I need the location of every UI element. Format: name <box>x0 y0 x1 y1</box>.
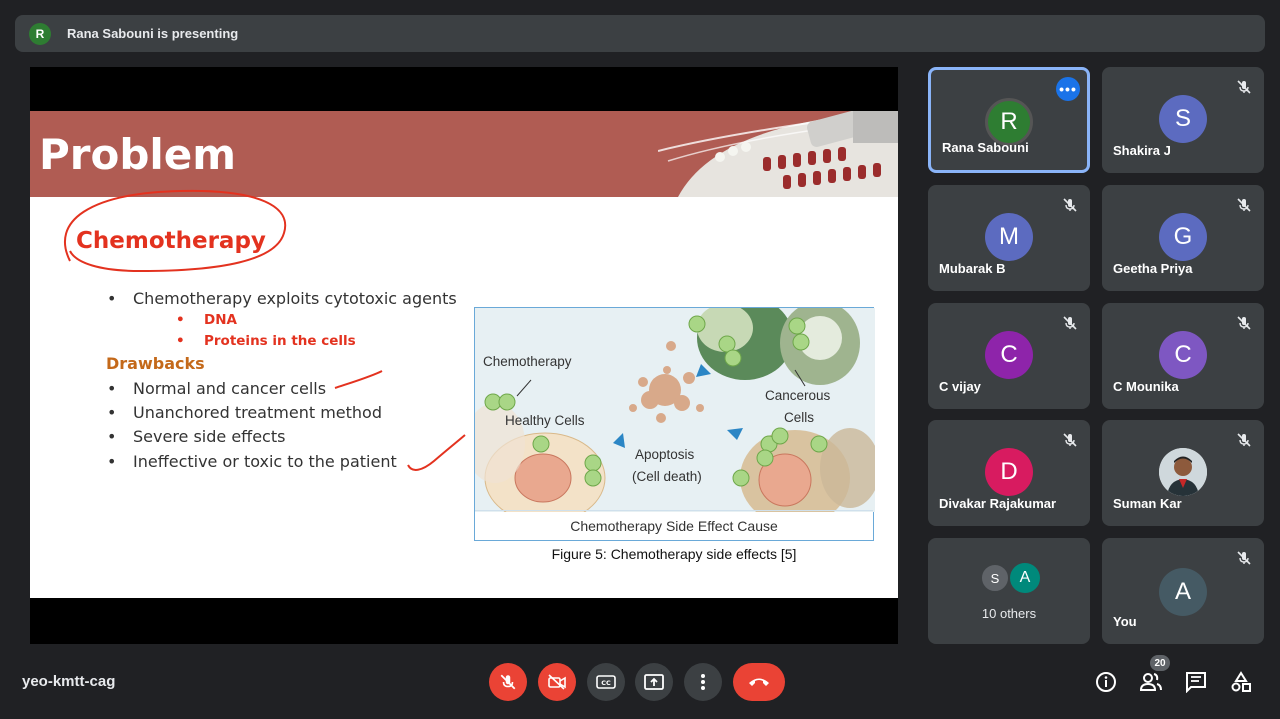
label-chemotherapy: Chemotherapy <box>483 354 572 369</box>
chemotherapy-figure: Chemotherapy Healthy Cells Apoptosis (Ce… <box>474 307 875 541</box>
participant-tile[interactable]: G Geetha Priya <box>1102 185 1264 291</box>
people-button[interactable] <box>1139 670 1163 694</box>
activities-button[interactable] <box>1229 670 1253 694</box>
avatar: G <box>1159 213 1207 261</box>
participant-tile[interactable]: D Divakar Rajakumar <box>928 420 1090 526</box>
others-tile[interactable]: S A 10 others <box>928 538 1090 644</box>
drawback-item: • Unanchored treatment method <box>107 403 382 422</box>
more-options-icon[interactable]: ••• <box>1056 77 1080 101</box>
meeting-code: yeo-kmtt-cag <box>22 673 116 690</box>
slide: Problem Chemotherapy • Chemotherapy expl… <box>30 111 898 598</box>
participant-tile-self[interactable]: A You <box>1102 538 1264 644</box>
participant-name: Divakar Rajakumar <box>939 496 1057 511</box>
participant-name: You <box>1113 614 1137 629</box>
mic-off-icon <box>1237 551 1251 565</box>
drawback-item: • Normal and cancer cells <box>107 379 327 398</box>
more-icon <box>701 674 705 690</box>
chat-icon <box>1186 672 1206 693</box>
mic-off-icon <box>1063 433 1077 447</box>
participant-count-badge: 20 <box>1150 655 1170 671</box>
presenting-text: Rana Sabouni is presenting <box>67 26 239 41</box>
avatar: C <box>985 331 1033 379</box>
drawback-item: • Severe side effects <box>107 427 286 446</box>
mic-off-icon <box>1063 316 1077 330</box>
mic-off-icon <box>1063 198 1077 212</box>
present-button[interactable] <box>635 663 673 701</box>
svg-text:CC: CC <box>601 679 611 687</box>
figure-inner-caption: Chemotherapy Side Effect Cause <box>475 510 873 540</box>
mic-off-icon <box>1237 433 1251 447</box>
sub-bullet-proteins: • Proteins in the cells <box>176 333 356 349</box>
participant-name: Geetha Priya <box>1113 261 1193 276</box>
mic-toggle-button[interactable] <box>489 663 527 701</box>
avatar: A <box>1008 561 1042 595</box>
leave-call-button[interactable] <box>733 663 785 701</box>
chemotherapy-heading: Chemotherapy <box>76 228 266 254</box>
participant-name: C vijay <box>939 379 981 394</box>
avatar-photo <box>1159 448 1207 496</box>
participant-name: C Mounika <box>1113 379 1179 394</box>
mic-off-icon <box>1237 316 1251 330</box>
participant-tile[interactable]: S Shakira J <box>1102 67 1264 173</box>
people-icon <box>1139 673 1162 691</box>
mic-off-icon <box>1237 198 1251 212</box>
drawbacks-label: Drawbacks <box>106 354 205 373</box>
avatar: C <box>1159 331 1207 379</box>
label-cells: Cells <box>784 410 815 425</box>
activities-icon <box>1231 671 1251 692</box>
pills-image <box>658 111 898 197</box>
participant-name: Suman Kar <box>1113 496 1182 511</box>
bullet-main: • Chemotherapy exploits cytotoxic agents <box>107 289 457 308</box>
presenter-avatar: R <box>29 22 51 45</box>
info-icon <box>1096 672 1116 692</box>
mic-off-icon <box>1237 80 1251 94</box>
participant-name: Mubarak B <box>939 261 1006 276</box>
mic-off-icon <box>500 674 516 690</box>
camera-off-icon <box>548 674 566 690</box>
participant-tile[interactable]: C C Mounika <box>1102 303 1264 409</box>
participant-tile[interactable]: M Mubarak B <box>928 185 1090 291</box>
captions-button[interactable]: CC <box>587 663 625 701</box>
chat-button[interactable] <box>1184 670 1208 694</box>
label-cell-death: (Cell death) <box>632 469 702 484</box>
slide-title: Problem <box>39 130 237 179</box>
label-apoptosis: Apoptosis <box>635 447 695 462</box>
avatar: D <box>985 448 1033 496</box>
avatar: R <box>985 98 1033 146</box>
avatar: S <box>1159 95 1207 143</box>
slide-header: Problem <box>30 111 898 197</box>
meeting-info-button[interactable] <box>1094 670 1118 694</box>
presentation-stage: Problem Chemotherapy • Chemotherapy expl… <box>30 67 898 644</box>
participant-tile[interactable]: Suman Kar <box>1102 420 1264 526</box>
participant-name: Rana Sabouni <box>942 140 1029 155</box>
present-icon <box>644 674 664 690</box>
participant-name: Shakira J <box>1113 143 1171 158</box>
avatar: S <box>980 563 1010 593</box>
captions-icon: CC <box>596 675 616 689</box>
label-cancerous: Cancerous <box>765 388 831 403</box>
figure-caption: Figure 5: Chemotherapy side effects [5] <box>551 546 797 562</box>
participant-tile[interactable]: ••• R Rana Sabouni <box>928 67 1090 173</box>
sub-bullet-dna: • DNA <box>176 312 237 328</box>
participant-tile[interactable]: C C vijay <box>928 303 1090 409</box>
label-healthy-cells: Healthy Cells <box>505 413 585 428</box>
avatar: A <box>1159 568 1207 616</box>
presenting-banner: R Rana Sabouni is presenting <box>15 15 1265 52</box>
end-call-icon <box>749 678 769 686</box>
more-options-button[interactable] <box>684 663 722 701</box>
camera-toggle-button[interactable] <box>538 663 576 701</box>
avatar: M <box>985 213 1033 261</box>
drawback-item: • Ineffective or toxic to the patient <box>107 452 397 471</box>
others-count: 10 others <box>981 606 1037 621</box>
